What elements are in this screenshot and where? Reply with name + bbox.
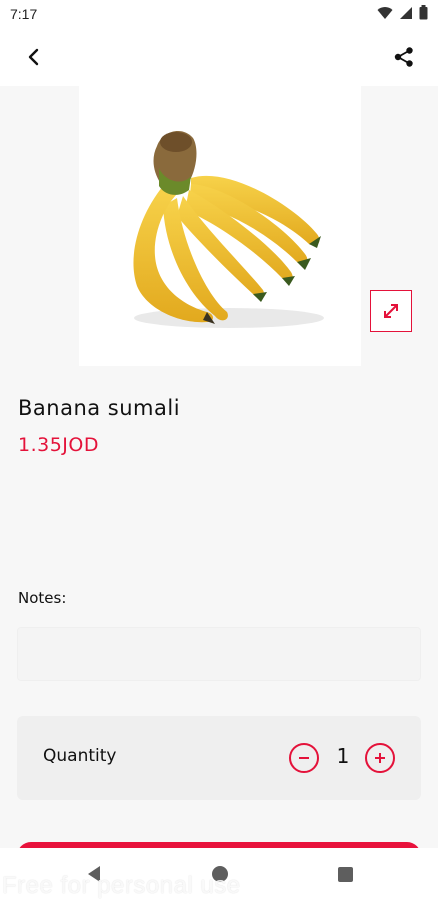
notes-input[interactable] [17,627,421,681]
share-icon [394,47,413,67]
nav-recents-icon[interactable] [338,867,353,882]
decrease-quantity-button[interactable] [289,743,319,773]
status-icons [377,5,428,24]
expand-image-button[interactable] [370,290,412,332]
app-bar [0,28,438,86]
quantity-value: 1 [336,744,350,768]
product-price: 1.35JOD [18,434,99,456]
notes-label: Notes: [18,589,67,607]
back-button[interactable] [14,37,54,77]
plus-circle-icon [375,753,385,763]
battery-icon [419,5,428,24]
status-bar: 7:17 [0,0,438,28]
wifi-icon [377,5,393,24]
chevron-left-icon [28,48,39,66]
signal-icon [399,5,413,24]
increase-quantity-button[interactable] [365,743,395,773]
nav-back-icon[interactable] [86,865,102,887]
expand-icon [384,304,398,318]
minus-circle-icon [299,757,309,759]
status-time: 7:17 [10,6,38,22]
banana-image [133,131,324,328]
quantity-label: Quantity [43,746,117,766]
nav-home-icon[interactable] [212,866,228,882]
product-name: Banana sumali [18,396,181,420]
product-image [79,86,361,366]
quantity-card: Quantity 1 [17,716,421,800]
system-nav-bar [0,848,438,900]
share-button[interactable] [384,37,424,77]
